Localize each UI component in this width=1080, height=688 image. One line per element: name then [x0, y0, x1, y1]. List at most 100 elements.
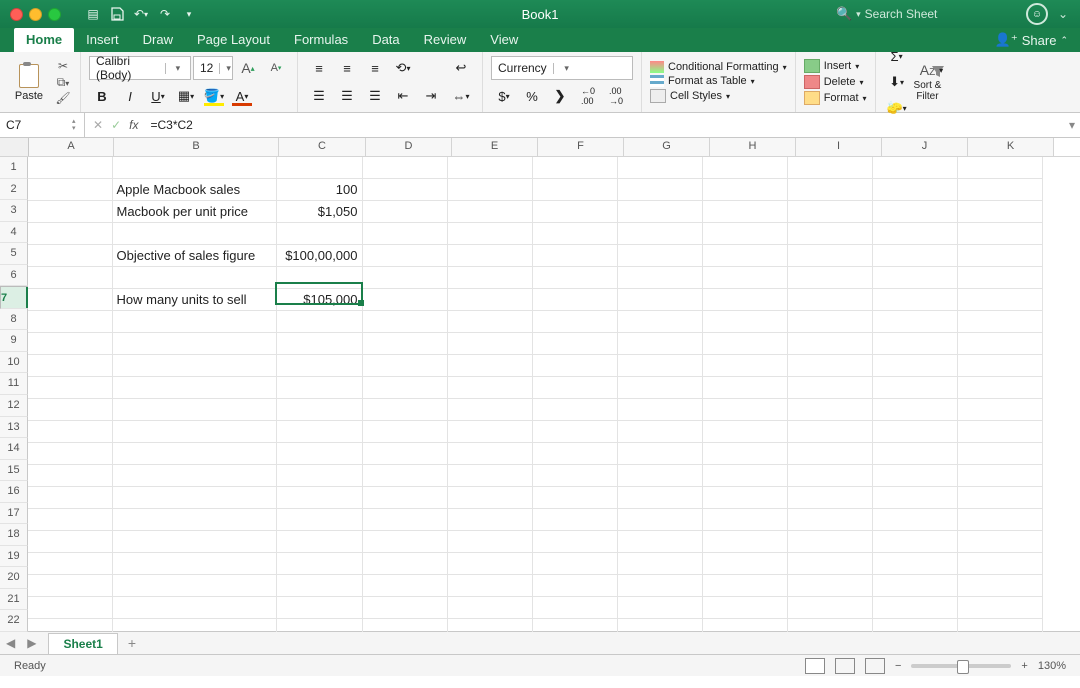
col-header-C[interactable]: C [279, 138, 366, 156]
cell-A19[interactable] [28, 553, 112, 575]
tab-data[interactable]: Data [360, 28, 411, 52]
merge-icon[interactable]: ⇔▾ [448, 84, 474, 108]
col-header-B[interactable]: B [114, 138, 279, 156]
cell-H11[interactable] [702, 377, 787, 399]
zoom-out-button[interactable]: − [895, 660, 901, 672]
cell-G10[interactable] [617, 355, 702, 377]
cell-H18[interactable] [702, 531, 787, 553]
cell-J16[interactable] [872, 487, 957, 509]
cell-D14[interactable] [362, 443, 447, 465]
redo-icon[interactable]: ↷ [155, 5, 175, 23]
col-header-G[interactable]: G [624, 138, 710, 156]
cell-F17[interactable] [532, 509, 617, 531]
save-icon[interactable] [107, 5, 127, 23]
col-header-E[interactable]: E [452, 138, 538, 156]
cell-J4[interactable] [872, 223, 957, 245]
cell-E17[interactable] [447, 509, 532, 531]
cell-A3[interactable] [28, 201, 112, 223]
cell-J17[interactable] [872, 509, 957, 531]
cell-K15[interactable] [957, 465, 1042, 487]
cell-J2[interactable] [872, 179, 957, 201]
align-middle-icon[interactable]: ≡ [334, 56, 360, 80]
cell-G14[interactable] [617, 443, 702, 465]
row-header-3[interactable]: 3 [0, 200, 28, 222]
cell-K16[interactable] [957, 487, 1042, 509]
delete-cells-button[interactable]: Delete ▾ [804, 75, 867, 89]
cell-I11[interactable] [787, 377, 872, 399]
fill-color-button[interactable]: 🪣▾ [201, 84, 227, 108]
cell-F8[interactable] [532, 311, 617, 333]
orientation-icon[interactable]: ⟲▾ [390, 56, 416, 80]
cell-I5[interactable] [787, 245, 872, 267]
cell-A20[interactable] [28, 575, 112, 597]
row-header-15[interactable]: 15 [0, 460, 28, 482]
underline-button[interactable]: U▾ [145, 84, 171, 108]
cell-D21[interactable] [362, 597, 447, 619]
cell-G13[interactable] [617, 421, 702, 443]
cell-K17[interactable] [957, 509, 1042, 531]
cell-F14[interactable] [532, 443, 617, 465]
cell-G9[interactable] [617, 333, 702, 355]
sheet-tab[interactable]: Sheet1 [48, 633, 117, 654]
border-button[interactable]: ▦▾ [173, 84, 199, 108]
align-right-icon[interactable]: ☰ [362, 84, 388, 108]
font-name-select[interactable]: Calibri (Body)▾ [89, 56, 191, 80]
cell-E20[interactable] [447, 575, 532, 597]
cell-B11[interactable] [112, 377, 276, 399]
cell-I2[interactable] [787, 179, 872, 201]
cell-G19[interactable] [617, 553, 702, 575]
row-header-14[interactable]: 14 [0, 438, 28, 460]
cell-C3[interactable]: $1,050 [276, 201, 362, 223]
cell-C4[interactable] [276, 223, 362, 245]
cell-K22[interactable] [957, 619, 1042, 633]
tab-nav-prev[interactable]: ◀ [0, 636, 21, 650]
cell-A18[interactable] [28, 531, 112, 553]
cell-D7[interactable] [362, 289, 447, 311]
cell-G5[interactable] [617, 245, 702, 267]
grid[interactable]: Apple Macbook sales100Macbook per unit p… [28, 157, 1080, 632]
cell-G11[interactable] [617, 377, 702, 399]
cell-D2[interactable] [362, 179, 447, 201]
cell-J14[interactable] [872, 443, 957, 465]
cell-J1[interactable] [872, 157, 957, 179]
cell-J12[interactable] [872, 399, 957, 421]
cell-A5[interactable] [28, 245, 112, 267]
cell-B2[interactable]: Apple Macbook sales [112, 179, 276, 201]
sort-filter-icon[interactable]: AZ ▾ [920, 62, 935, 78]
cell-G22[interactable] [617, 619, 702, 633]
formula-input[interactable]: =C3*C2 [146, 118, 1064, 132]
cell-E13[interactable] [447, 421, 532, 443]
cell-C1[interactable] [276, 157, 362, 179]
row-header-5[interactable]: 5 [0, 243, 28, 265]
cell-H19[interactable] [702, 553, 787, 575]
col-header-A[interactable]: A [29, 138, 114, 156]
cell-F11[interactable] [532, 377, 617, 399]
cell-C7[interactable]: $105,000 [276, 289, 362, 311]
cell-E19[interactable] [447, 553, 532, 575]
cell-H20[interactable] [702, 575, 787, 597]
cell-B17[interactable] [112, 509, 276, 531]
format-as-table-button[interactable]: Format as Table ▾ [650, 75, 787, 87]
format-painter-icon[interactable]: 🖌 [54, 91, 72, 105]
row-header-19[interactable]: 19 [0, 546, 28, 568]
cell-K8[interactable] [957, 311, 1042, 333]
cell-H2[interactable] [702, 179, 787, 201]
cell-J9[interactable] [872, 333, 957, 355]
cell-K3[interactable] [957, 201, 1042, 223]
font-color-button[interactable]: A▾ [229, 84, 255, 108]
cell-D13[interactable] [362, 421, 447, 443]
row-header-21[interactable]: 21 [0, 589, 28, 611]
cell-F6[interactable] [532, 267, 617, 289]
cell-G6[interactable] [617, 267, 702, 289]
cell-I15[interactable] [787, 465, 872, 487]
name-box[interactable]: C7 ▴▾ [0, 113, 85, 137]
cell-H6[interactable] [702, 267, 787, 289]
feedback-icon[interactable]: ☺ [1026, 3, 1048, 25]
cell-A15[interactable] [28, 465, 112, 487]
zoom-value[interactable]: 130% [1038, 660, 1066, 672]
row-header-17[interactable]: 17 [0, 503, 28, 525]
cell-A13[interactable] [28, 421, 112, 443]
cell-I21[interactable] [787, 597, 872, 619]
cell-D11[interactable] [362, 377, 447, 399]
cell-E6[interactable] [447, 267, 532, 289]
